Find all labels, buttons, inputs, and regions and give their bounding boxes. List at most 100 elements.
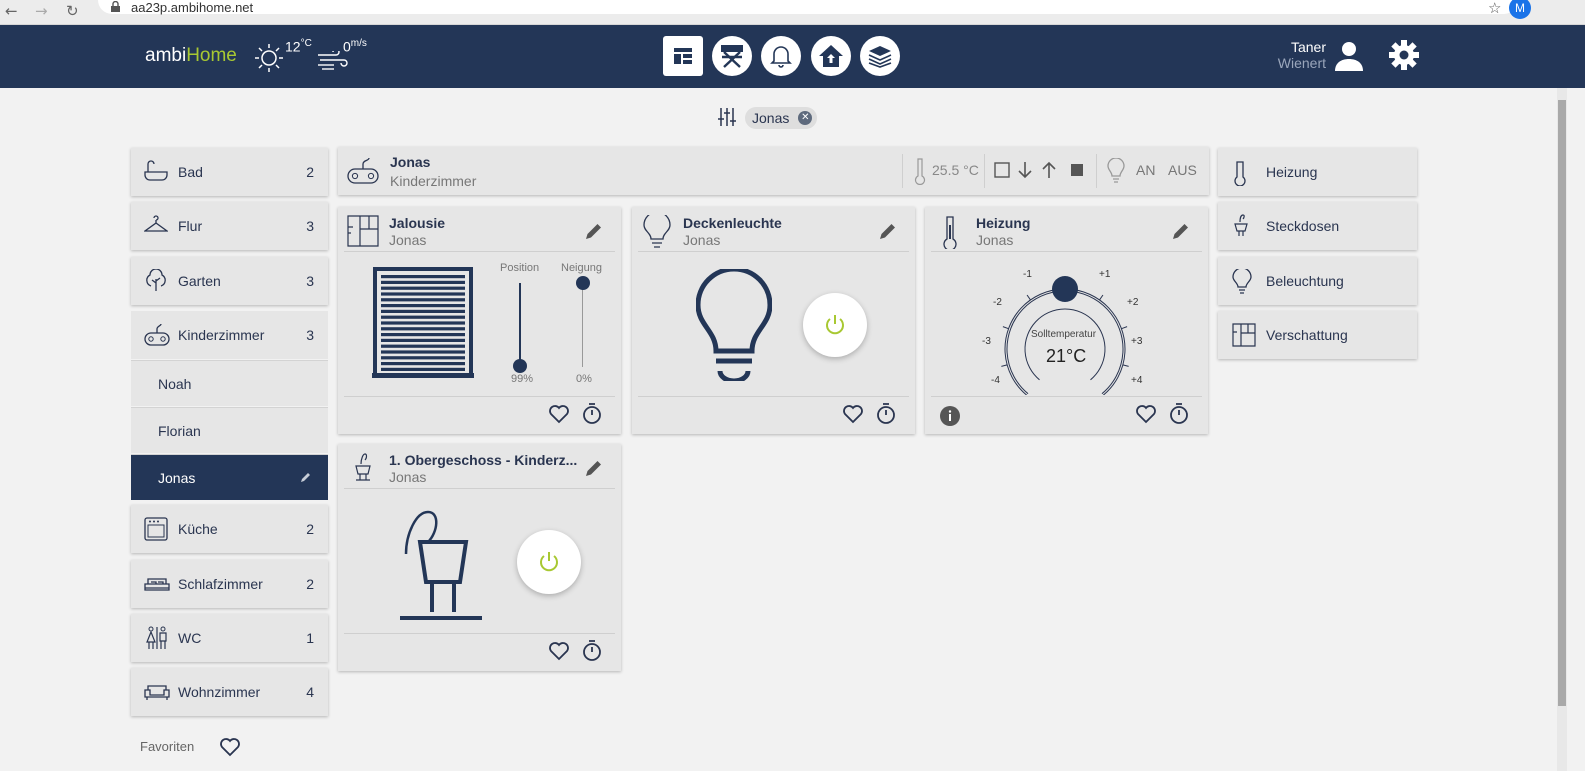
shade-slat — [381, 362, 465, 366]
plug-icon — [355, 453, 371, 481]
slider-thumb[interactable] — [513, 359, 527, 374]
settings-gear-icon[interactable] — [1388, 39, 1420, 71]
address-bar[interactable] — [98, 0, 1518, 14]
sidebar-item-wohnzimmer[interactable]: Wohnzimmer 4 — [131, 668, 328, 716]
filter-chip-jonas[interactable]: Jonas ✕ — [745, 107, 818, 129]
dashboard-button[interactable] — [663, 36, 703, 76]
user-icon[interactable] — [1333, 41, 1365, 71]
timer-icon[interactable] — [582, 639, 602, 661]
room-title: Jonas — [390, 154, 431, 170]
edit-pencil-icon[interactable] — [300, 471, 312, 483]
sidebar-item-bad[interactable]: Bad 2 — [131, 148, 328, 196]
notifications-button[interactable] — [761, 36, 801, 76]
chip-close-icon[interactable]: ✕ — [798, 111, 813, 125]
scrollbar-thumb[interactable] — [1558, 100, 1566, 706]
category-heizung[interactable]: Heizung — [1218, 148, 1417, 196]
heart-icon[interactable] — [548, 404, 570, 424]
shade-slat — [381, 292, 465, 296]
sidebar-subitem-florian[interactable]: Florian — [131, 407, 328, 453]
lightbulb-graphic — [696, 269, 772, 381]
stop-icon[interactable] — [1071, 164, 1083, 176]
house-icon — [819, 45, 843, 67]
sidebar-item-wc[interactable]: WC 1 — [131, 614, 328, 662]
info-icon[interactable] — [940, 406, 960, 426]
sidebar-subitem-jonas[interactable]: Jonas — [131, 454, 328, 500]
divider — [1096, 154, 1097, 188]
divider — [931, 251, 1202, 252]
bell-icon — [770, 46, 792, 68]
bookmark-star-icon[interactable]: ☆ — [1488, 0, 1501, 17]
divider — [638, 396, 909, 397]
edit-pencil-icon[interactable] — [585, 459, 603, 477]
room-subtitle: Kinderzimmer — [390, 173, 477, 189]
dial-tick — [1099, 294, 1104, 301]
floors-button[interactable] — [860, 36, 900, 76]
slider-thumb[interactable] — [576, 276, 590, 290]
filter-sliders-icon[interactable] — [717, 107, 737, 127]
scenes-button[interactable] — [712, 36, 752, 76]
profile-avatar[interactable]: M — [1509, 0, 1531, 19]
arrow-down-icon[interactable] — [1017, 161, 1033, 179]
shade-slat — [381, 286, 465, 290]
user-name[interactable]: Taner Wienert — [1270, 39, 1326, 71]
slider-track — [582, 283, 583, 367]
forward-icon[interactable]: → — [35, 2, 48, 20]
shade-slat — [381, 298, 465, 302]
edit-pencil-icon[interactable] — [585, 222, 603, 240]
position-value: 99% — [511, 373, 534, 385]
heart-icon[interactable] — [219, 737, 241, 757]
category-beleuchtung[interactable]: Beleuchtung — [1218, 257, 1417, 305]
browser-toolbar: ← → ↻ aa23p.ambihome.net ☆ M — [0, 0, 1585, 25]
sidebar-item-kueche[interactable]: Küche 2 — [131, 505, 328, 553]
page-scrollbar[interactable] — [1557, 88, 1567, 771]
divider — [931, 396, 1202, 397]
restroom-icon — [146, 626, 167, 649]
dial-tick — [1121, 326, 1128, 330]
arrow-up-icon[interactable] — [1041, 161, 1057, 179]
power-toggle-button[interactable] — [517, 530, 581, 594]
all-lights-off-button[interactable]: AUS — [1168, 162, 1197, 178]
power-toggle-button[interactable] — [803, 293, 867, 357]
all-lights-on-button[interactable]: AN — [1136, 162, 1155, 178]
wind-speed: 0m/s — [343, 38, 367, 55]
bulb-icon — [1107, 158, 1125, 183]
room-temperature: 25.5 °C — [932, 162, 979, 178]
favorites-label[interactable]: Favoriten — [140, 739, 194, 754]
category-steckdosen[interactable]: Steckdosen — [1218, 202, 1417, 250]
heart-icon[interactable] — [548, 641, 570, 661]
sidebar-item-garten[interactable]: Garten 3 — [131, 257, 328, 305]
thermometer-icon — [1234, 161, 1246, 186]
edit-pencil-icon[interactable] — [879, 222, 897, 240]
sidebar-item-schlafzimmer[interactable]: Schlafzimmer 2 — [131, 560, 328, 608]
timer-icon[interactable] — [1169, 402, 1189, 424]
device-card-jalousie: Jalousie Jonas Position Neigung 99% 0% — [338, 207, 621, 434]
device-card-heizung: Heizung Jonas -4 -3 -2 -1 +1 +2 +3 +4 So… — [925, 207, 1208, 434]
app-logo[interactable]: ambiHome — [145, 45, 237, 67]
device-card-steckdose: 1. Obergeschoss - Kinderz... Jonas — [338, 444, 621, 671]
shade-slat — [381, 344, 465, 348]
gamepad-icon — [347, 157, 379, 184]
dial-inner-arc — [1024, 308, 1106, 381]
oven-icon — [144, 517, 168, 541]
category-verschattung[interactable]: Verschattung — [1218, 311, 1417, 359]
home-button[interactable] — [811, 36, 851, 76]
sidebar-subitem-noah[interactable]: Noah — [131, 360, 328, 406]
divider — [638, 251, 909, 252]
shade-slat — [381, 321, 465, 325]
heart-icon[interactable] — [1135, 404, 1157, 424]
divider — [344, 633, 615, 634]
reload-icon[interactable]: ↻ — [66, 2, 79, 20]
director-chair-icon — [721, 45, 743, 68]
dial-tick — [1002, 326, 1009, 330]
sidebar-item-flur[interactable]: Flur 3 — [131, 202, 328, 250]
sidebar-item-kinderzimmer[interactable]: Kinderzimmer 3 — [131, 311, 328, 359]
edit-pencil-icon[interactable] — [1172, 222, 1190, 240]
timer-icon[interactable] — [582, 402, 602, 424]
back-icon[interactable]: ← — [5, 2, 18, 20]
gamepad-icon — [144, 323, 170, 346]
heart-icon[interactable] — [842, 404, 864, 424]
tilt-slider[interactable] — [574, 276, 594, 367]
timer-icon[interactable] — [876, 402, 896, 424]
shade-stop-square-icon[interactable] — [994, 162, 1010, 178]
dial-knob[interactable] — [1052, 276, 1078, 302]
